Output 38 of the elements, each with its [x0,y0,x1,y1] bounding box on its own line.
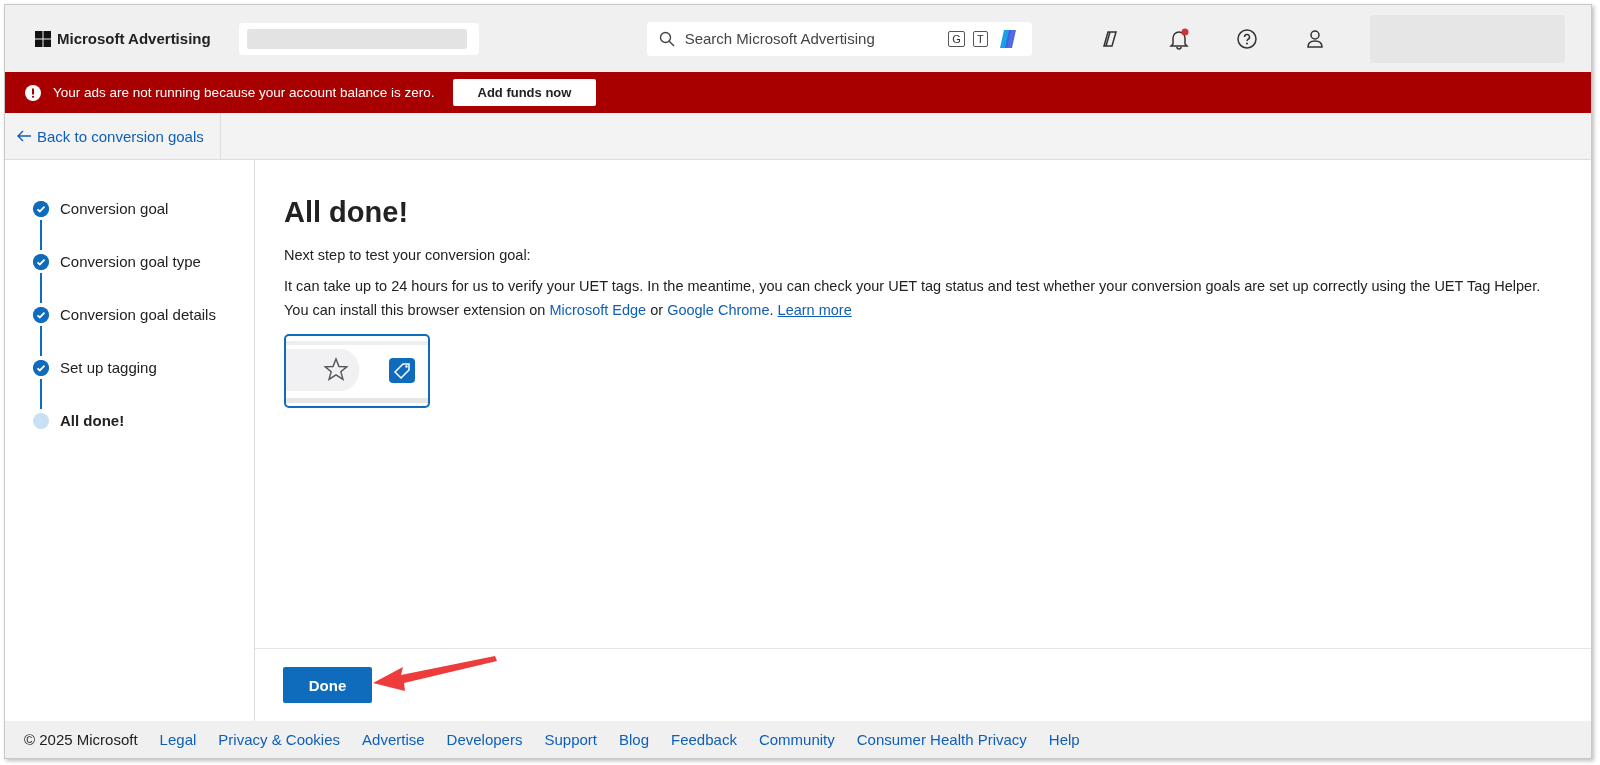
learn-more-link[interactable]: Learn more [777,302,852,318]
footer-link[interactable]: Advertise [362,731,425,748]
search-box[interactable]: Search Microsoft Advertising G T [646,21,1032,56]
step-label[interactable]: Conversion goal [60,200,169,217]
intro-text: Next step to test your conversion goal: [284,247,532,263]
step-label[interactable]: Conversion goal details [60,306,216,323]
step-label[interactable]: All done! [60,412,125,429]
footer-link[interactable]: Blog [619,731,649,748]
browser-link[interactable]: Microsoft Edge [549,302,647,318]
search-icon [658,30,675,47]
back-link[interactable]: Back to conversion goals [5,113,221,159]
search-field[interactable]: Search Microsoft Advertising [682,29,941,48]
brand-name: Microsoft Advertising [57,30,211,47]
footer-link[interactable]: Feedback [671,731,737,748]
footer-link[interactable]: Consumer Health Privacy [856,731,1027,748]
error-icon [25,84,41,101]
page-title: All done! [284,196,410,229]
add-funds-button[interactable]: Add funds now [452,79,597,106]
person-icon[interactable] [1304,27,1326,50]
shortcut-key: G [948,30,965,47]
step-label[interactable]: Set up tagging [60,359,157,376]
shortcut-key: T [972,30,988,47]
help-icon[interactable] [1236,27,1258,50]
copyright-text: © 2025 Microsoft [24,731,138,748]
browser-link[interactable]: Google Chrome [667,302,770,318]
footer-link[interactable]: Support [544,731,597,748]
footer-link[interactable]: Community [758,731,835,748]
step-label[interactable]: Conversion goal type [60,253,201,270]
footer-link[interactable]: Privacy & Cookies [218,731,341,748]
instructions-paragraph: It can take up to 24 hours for us to verify your UET tags. In the meantime, you can check your UET tag status and test whether your conversion goals are set up correctly using the UET Tag Helper. You can install this browser extension on Microsoft Edge or Google Chrome. Learn more [284,277,1542,320]
grid-logo-icon [35,30,51,47]
footer-link[interactable]: Developers [446,731,523,748]
footer-link[interactable]: Help [1048,731,1080,748]
notification-bell-icon[interactable] [1168,27,1190,50]
back-arrow-icon [16,128,32,144]
alert-message: Your ads are not running because your account balance is zero. [53,85,435,100]
done-button[interactable]: Done [283,667,372,703]
footer-link[interactable]: Legal [159,731,197,748]
